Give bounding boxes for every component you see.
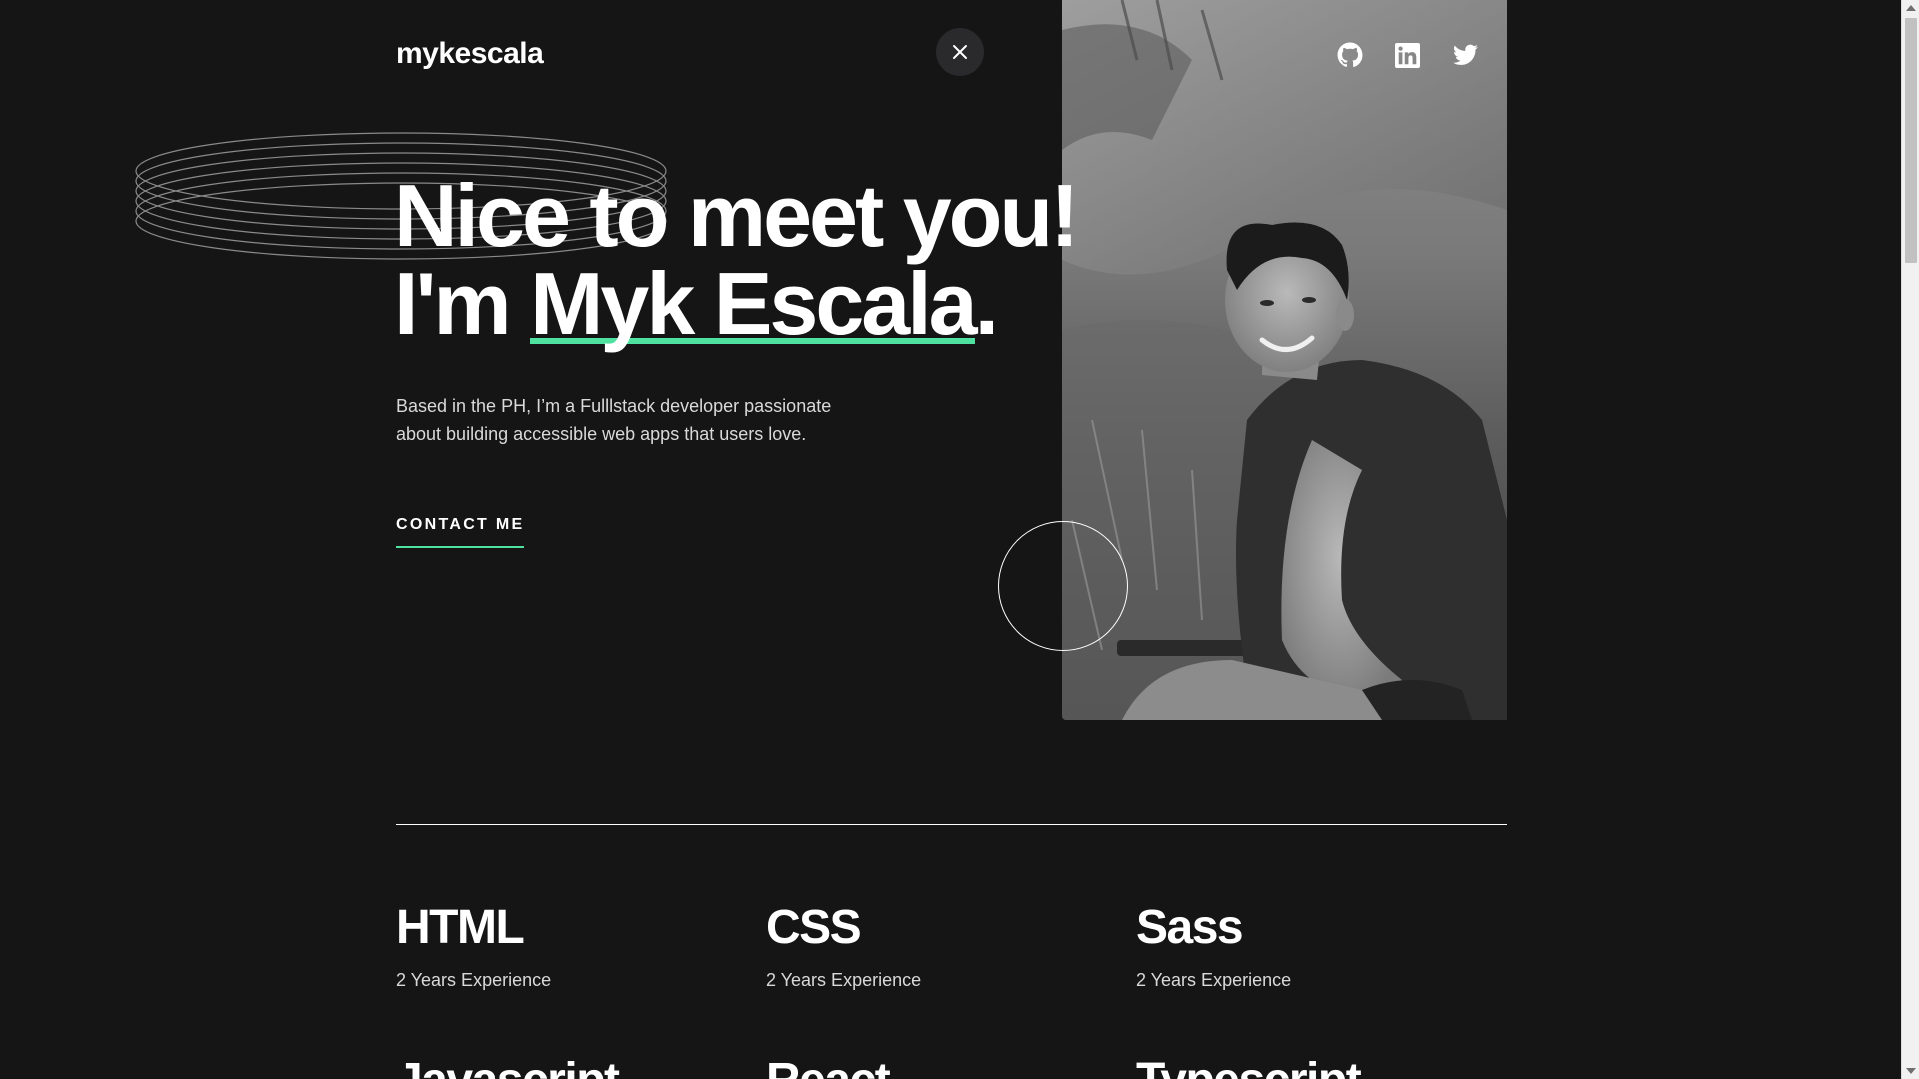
twitter-link[interactable]	[1451, 41, 1479, 69]
hero-title-line1: Nice to meet you!	[394, 166, 1079, 265]
hero-title: Nice to meet you! I'm Myk Escala.	[394, 172, 1079, 353]
profile-photo	[1062, 0, 1507, 720]
skill-name: Typescript	[1136, 1053, 1466, 1079]
github-icon	[1337, 42, 1363, 68]
intro-text: Based in the PH, I’m a Fulllstack develo…	[396, 392, 866, 448]
skill-item-javascript: Javascript	[396, 1053, 726, 1079]
scrollbar-thumb[interactable]	[1905, 18, 1917, 263]
close-button[interactable]	[936, 28, 984, 76]
skill-item-typescript: Typescript	[1136, 1053, 1466, 1079]
contact-me-button[interactable]: CONTACT ME	[396, 516, 525, 548]
close-icon	[953, 45, 967, 59]
skill-name: React	[766, 1053, 1096, 1079]
page-scrollbar[interactable]	[1901, 0, 1919, 1079]
skill-experience: 2 Years Experience	[396, 970, 552, 990]
skill-item-css: CSS 2 Years Experience	[766, 900, 1096, 994]
hero-title-suffix: .	[974, 254, 1000, 353]
portfolio-page: mykescala Nice to meet you! I'm Myk Esca…	[0, 0, 1919, 1079]
github-link[interactable]	[1336, 41, 1364, 69]
hero-title-name: Myk Escala	[530, 254, 978, 353]
intro-line-2: about building accessible web apps that …	[396, 424, 807, 444]
linkedin-link[interactable]	[1393, 41, 1421, 69]
hero-title-prefix: I'm	[394, 254, 531, 353]
site-logo[interactable]: mykescala	[396, 37, 544, 71]
scroll-down-arrow-icon[interactable]	[1906, 1068, 1916, 1074]
intro-line-1: Based in the PH, I’m a Fulllstack develo…	[396, 396, 832, 416]
profile-photo-image	[1062, 0, 1507, 720]
skill-item-html: HTML 2 Years Experience	[396, 900, 726, 994]
skill-experience: 2 Years Experience	[1136, 970, 1292, 990]
circle-decoration	[998, 521, 1128, 651]
skill-item-react: React	[766, 1053, 1096, 1079]
section-divider	[396, 824, 1507, 825]
skill-item-sass: Sass 2 Years Experience	[1136, 900, 1466, 994]
skill-name: CSS	[766, 901, 862, 954]
linkedin-icon	[1394, 42, 1420, 68]
skill-name: Javascript	[396, 1053, 726, 1079]
skill-experience: 2 Years Experience	[766, 970, 922, 990]
skill-name: HTML	[396, 901, 525, 954]
scroll-up-arrow-icon[interactable]	[1906, 5, 1916, 11]
twitter-icon	[1452, 44, 1478, 65]
skill-name: Sass	[1136, 901, 1244, 954]
